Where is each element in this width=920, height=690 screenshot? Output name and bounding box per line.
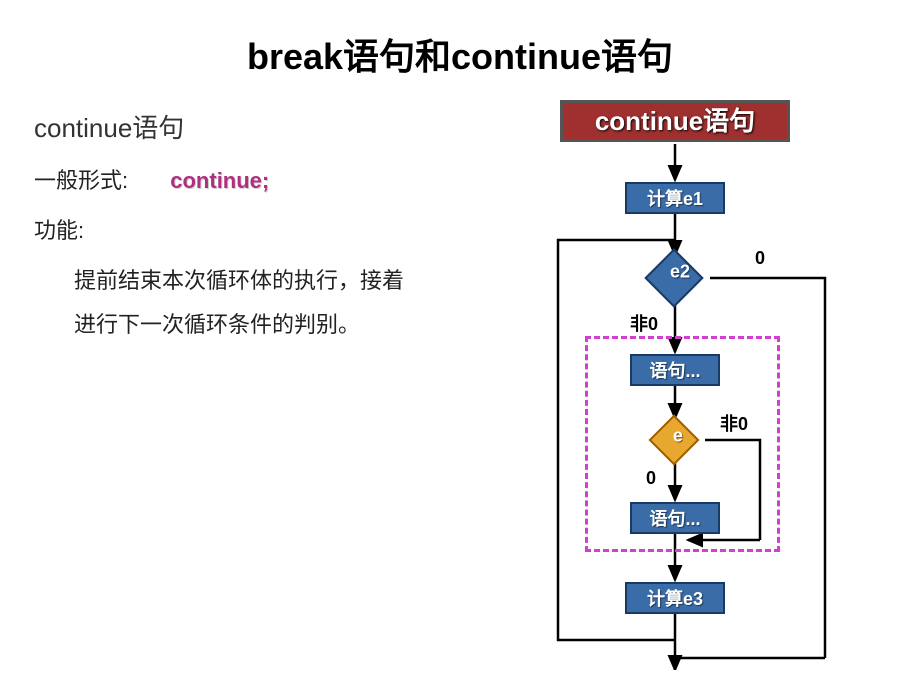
label-e-false: 0 <box>646 468 656 489</box>
flow-stmt-2: 语句... <box>630 502 720 534</box>
form-line: 一般形式: continue; <box>34 163 504 195</box>
label-e-true: 非0 <box>720 410 748 436</box>
flow-stmt-1: 语句... <box>630 354 720 386</box>
page-title: break语句和continue语句 <box>0 0 920 80</box>
label-e2-true: 非0 <box>630 310 658 336</box>
subtitle: continue语句 <box>34 108 504 145</box>
flowchart: continue语句 计算e1 e2 0 非0 语句... e 非0 0 语句.… <box>530 100 890 670</box>
flow-step-compute-e1: 计算e1 <box>625 182 725 214</box>
flow-step-compute-e3: 计算e3 <box>625 582 725 614</box>
flow-decision-e2: e2 <box>644 248 703 307</box>
flow-header: continue语句 <box>560 100 790 142</box>
label-e2-false: 0 <box>755 248 765 269</box>
form-label: 一般形式: <box>34 168 128 193</box>
description: 提前结束本次循环体的执行，接着 进行下一次循环条件的判别。 <box>74 259 504 347</box>
explanation-panel: continue语句 一般形式: continue; 功能: 提前结束本次循环体… <box>34 108 504 347</box>
keyword-continue: continue; <box>170 168 269 193</box>
desc-line-1: 提前结束本次循环体的执行，接着 <box>74 259 504 303</box>
function-label: 功能: <box>34 213 504 245</box>
desc-line-2: 进行下一次循环条件的判别。 <box>74 303 504 347</box>
